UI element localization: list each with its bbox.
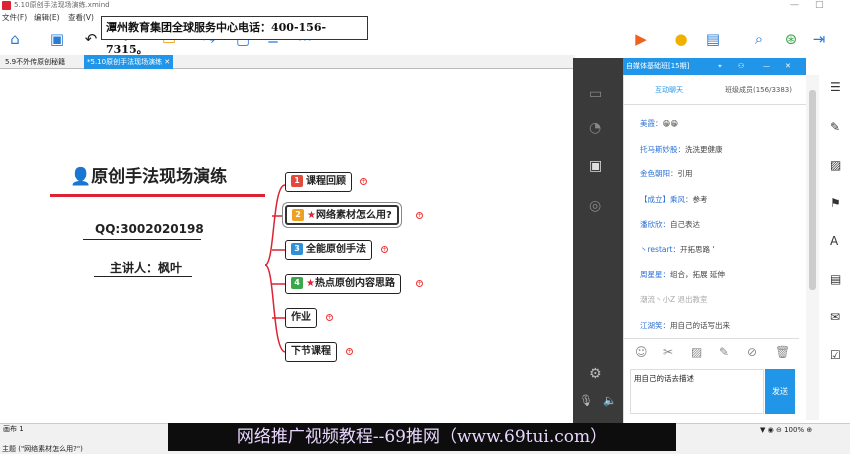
star-icon: ★	[306, 278, 315, 289]
flag-icon[interactable]: ⚑	[830, 196, 841, 210]
chat-system-message: 潮流丶小Z 退出教室	[640, 295, 708, 304]
host-topic[interactable]: 主讲人：枫叶	[110, 259, 182, 276]
mic-icon[interactable]: ◔	[589, 120, 601, 136]
chat-message: 丶restart：开拓思路 '	[640, 245, 715, 254]
chat-tools-bar: ☺ ✂ ▨ ✎ ⊘ 🗑	[623, 338, 799, 366]
chat-message: 潘欣欣：自己表达	[640, 220, 700, 229]
chat-message: 江湖笑：用自己的话写出来	[640, 321, 730, 330]
settings-icon[interactable]: ⚙	[589, 366, 602, 382]
watermark-banner: 网络推广视频教程--69推网（www.69tui.com）	[168, 423, 676, 451]
expand-icon[interactable]: +	[381, 246, 388, 253]
expand-icon[interactable]: +	[360, 178, 367, 185]
sheet-tab[interactable]: 画布 1	[3, 424, 24, 434]
chat-message: 周星星：组合，拓展 延伸	[640, 270, 725, 279]
topic-network-material-selected[interactable]: 2 ★网络素材怎么用?	[285, 205, 399, 225]
topic-all-round-original[interactable]: 3 全能原创手法	[285, 240, 372, 260]
chat-message: 美霞：😁😁	[640, 119, 679, 128]
send-button[interactable]: 发送	[765, 369, 795, 414]
host-underline	[94, 276, 192, 277]
tab-class-members[interactable]: 班级成员(156/3383)	[725, 85, 792, 95]
edit-icon[interactable]: ✎	[719, 345, 729, 359]
zoom-in-icon[interactable]: ⊕	[806, 426, 812, 434]
chat-header: 自媒体基础班[15期] ⌖ ⚇ — ✕	[623, 58, 806, 75]
topic-hot-content-ideas[interactable]: 4 ★热点原创内容思路	[285, 274, 401, 294]
qq-underline	[83, 239, 201, 240]
image-icon[interactable]: ▨	[691, 345, 702, 359]
speaker-icon[interactable]: 🔈	[603, 394, 617, 407]
format-brush-icon[interactable]: ✎	[830, 120, 840, 134]
expand-icon[interactable]: +	[326, 314, 333, 321]
filter-icon[interactable]: ▼	[760, 426, 765, 434]
microphone-icon[interactable]: 🎙	[579, 394, 593, 407]
emoji-icon[interactable]: ☺	[635, 345, 648, 359]
expand-icon[interactable]: +	[346, 348, 353, 355]
chat-message: 金色朝阳：引用	[640, 169, 693, 178]
tab-interactive-chat[interactable]: 互动聊天	[655, 85, 683, 95]
qq-topic[interactable]: QQ:3002020198	[95, 222, 204, 236]
notes-icon[interactable]: ▤	[830, 272, 841, 286]
scissors-icon[interactable]: ✂	[663, 345, 673, 359]
star-icon: ★	[307, 210, 316, 221]
expand-icon[interactable]: +	[416, 280, 423, 287]
chat-scroll-thumb[interactable]	[809, 90, 816, 290]
topic-course-review[interactable]: 1 课程回顾	[285, 172, 352, 192]
classroom-sidebar: ▭ ◔ ▣ ◎ ⚙ 🎙 🔈	[573, 58, 623, 424]
chat-tabs: 互动聊天 班级成员(156/3383)	[623, 75, 806, 105]
share-link-icon[interactable]: ⚇	[738, 58, 744, 75]
trash-icon[interactable]: 🗑	[775, 345, 790, 359]
chat-message: 托马斯妙股：洗洗更健康	[640, 145, 723, 154]
task-icon[interactable]: ☑	[830, 348, 841, 362]
block-icon[interactable]: ⊘	[747, 345, 757, 359]
comment-icon[interactable]: ✉	[830, 310, 840, 324]
chat-input[interactable]: 用自己的话去描述	[630, 369, 764, 414]
minimize-chat-icon[interactable]: —	[763, 58, 770, 75]
topic-homework[interactable]: 作业	[285, 308, 317, 328]
central-topic[interactable]: 👤原创手法现场演练	[70, 162, 227, 187]
teacher-icon[interactable]: ▣	[589, 158, 602, 174]
zoom-out-icon[interactable]: ⊖	[776, 426, 782, 434]
zoom-controls: ▼ ◉ ⊖ 100% ⊕	[760, 426, 812, 434]
eye-icon[interactable]: ◉	[768, 426, 774, 434]
zoom-level: 100%	[784, 426, 805, 434]
camera-icon[interactable]: ◎	[589, 198, 601, 214]
image-panel-icon[interactable]: ▨	[830, 158, 841, 172]
expand-icon[interactable]: +	[416, 212, 423, 219]
topic-next-course[interactable]: 下节课程	[285, 342, 337, 362]
central-underline	[50, 194, 265, 197]
person-icon: 👤	[70, 167, 92, 187]
chat-message: 【成立】乘风：参考	[640, 195, 708, 204]
pin-icon[interactable]: ⌖	[718, 58, 722, 75]
font-icon[interactable]: A	[830, 234, 838, 248]
close-chat-icon[interactable]: ✕	[785, 58, 791, 75]
right-toolbar: ☰ ✎ ▨ ⚑ A ▤ ✉ ☑	[820, 58, 850, 424]
screen-share-icon[interactable]: ▭	[589, 86, 602, 102]
outline-icon[interactable]: ☰	[830, 80, 841, 94]
status-text: 主题 ("网络素材怎么用?")	[2, 445, 83, 453]
